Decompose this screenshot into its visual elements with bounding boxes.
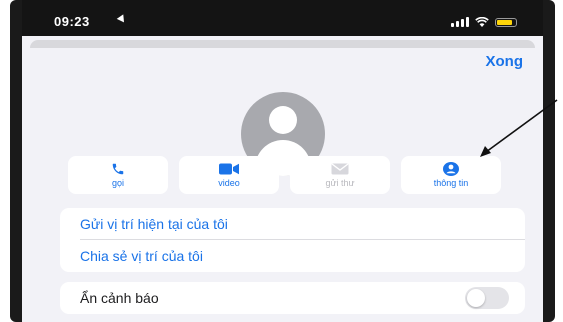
info-label: thông tin bbox=[433, 178, 469, 188]
phone-frame: 09:23 Xong gọi video gửi thư thông tin G… bbox=[10, 0, 555, 322]
status-time: 09:23 bbox=[54, 14, 90, 29]
call-label: gọi bbox=[111, 178, 124, 188]
location-group: Gửi vị trí hiện tại của tôi Chia sẻ vị t… bbox=[60, 208, 525, 272]
send-current-location-row[interactable]: Gửi vị trí hiện tại của tôi bbox=[60, 208, 525, 240]
battery-icon bbox=[495, 18, 517, 27]
cellular-signal-icon bbox=[451, 17, 469, 27]
video-camera-icon bbox=[219, 162, 239, 176]
status-bar: 09:23 bbox=[22, 0, 543, 36]
alerts-group: Ẩn cảnh báo bbox=[60, 282, 525, 314]
info-person-icon bbox=[443, 162, 459, 176]
hide-alerts-toggle[interactable] bbox=[465, 287, 509, 309]
hide-alerts-row: Ẩn cảnh báo bbox=[60, 282, 525, 314]
phone-icon bbox=[111, 162, 125, 176]
video-button[interactable]: video bbox=[179, 156, 279, 194]
wifi-icon bbox=[475, 17, 489, 27]
avatar-head-icon bbox=[269, 106, 297, 134]
share-location-row[interactable]: Chia sẻ vị trí của tôi bbox=[60, 240, 525, 272]
contact-sheet: Xong gọi video gửi thư thông tin Gửi vị … bbox=[22, 36, 543, 322]
hide-alerts-label: Ẩn cảnh báo bbox=[80, 290, 159, 306]
action-buttons: gọi video gửi thư thông tin bbox=[68, 156, 501, 194]
video-label: video bbox=[218, 178, 240, 188]
info-button[interactable]: thông tin bbox=[401, 156, 501, 194]
mail-button[interactable]: gửi thư bbox=[290, 156, 390, 194]
call-button[interactable]: gọi bbox=[68, 156, 168, 194]
status-right bbox=[451, 15, 517, 27]
mail-label: gửi thư bbox=[325, 178, 355, 188]
toggle-knob bbox=[467, 289, 485, 307]
done-button[interactable]: Xong bbox=[486, 53, 524, 70]
mail-icon bbox=[331, 162, 349, 176]
sheet-backdrop-edge bbox=[30, 40, 535, 48]
location-arrow-icon bbox=[116, 14, 128, 25]
phone-screen: 09:23 Xong gọi video gửi thư thông tin G… bbox=[22, 0, 543, 322]
